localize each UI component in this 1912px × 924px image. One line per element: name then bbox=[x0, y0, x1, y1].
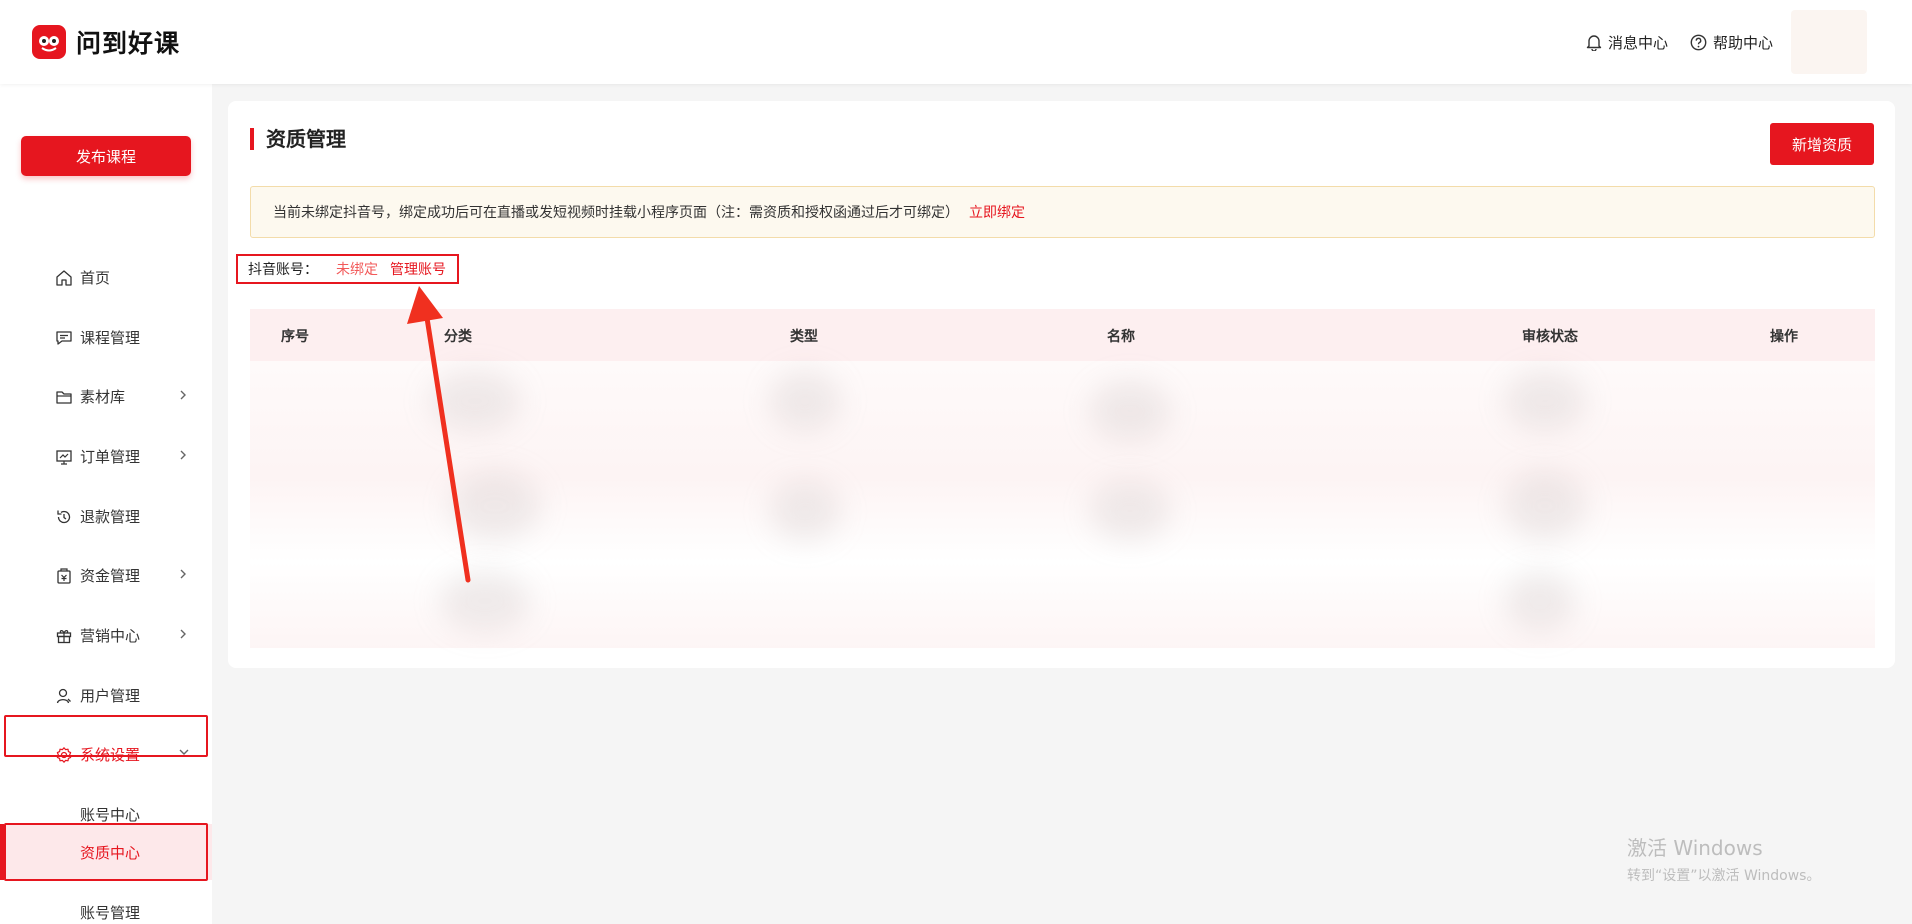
sidebar-item-orders[interactable]: 订单管理 bbox=[0, 434, 212, 478]
table-body-blurred bbox=[250, 361, 1875, 648]
sidebar-item-marketing[interactable]: 营销中心 bbox=[0, 613, 212, 657]
sidebar-item-home[interactable]: 首页 bbox=[0, 255, 212, 299]
bell-icon bbox=[1586, 34, 1602, 51]
column-header-review-status: 审核状态 bbox=[1522, 329, 1578, 345]
home-icon bbox=[56, 270, 72, 286]
publish-course-button[interactable]: 发布课程 bbox=[21, 136, 191, 176]
sidebar: 发布课程 首页 课程管理 素材库 订单管理 退款管理 资金管理 营销中心 用户管… bbox=[0, 84, 212, 924]
sidebar-item-users[interactable]: 用户管理 bbox=[0, 673, 212, 717]
chat-list-icon bbox=[56, 331, 72, 345]
monitor-icon bbox=[56, 450, 72, 465]
avatar[interactable] bbox=[1791, 10, 1867, 74]
sidebar-item-label: 课程管理 bbox=[80, 328, 141, 347]
wallet-icon bbox=[57, 568, 71, 584]
table-header: 序号 分类 类型 名称 审核状态 操作 bbox=[250, 309, 1875, 361]
column-header-type: 类型 bbox=[790, 329, 818, 345]
user-icon bbox=[56, 688, 71, 704]
logo[interactable]: 问到好课 bbox=[32, 24, 180, 60]
sidebar-item-system-settings[interactable]: 系统设置 bbox=[0, 732, 212, 776]
chevron-right-icon bbox=[180, 450, 186, 460]
message-center-link[interactable]: 消息中心 bbox=[1586, 32, 1668, 53]
sidebar-item-label: 系统设置 bbox=[80, 745, 141, 764]
sidebar-subitem-label: 账号管理 bbox=[80, 904, 141, 922]
chevron-right-icon bbox=[180, 569, 186, 579]
help-center-link[interactable]: 帮助中心 bbox=[1690, 32, 1773, 53]
sidebar-item-refunds[interactable]: 退款管理 bbox=[0, 494, 212, 538]
sidebar-item-label: 资金管理 bbox=[80, 566, 141, 585]
column-header-actions: 操作 bbox=[1770, 329, 1798, 345]
message-center-label: 消息中心 bbox=[1607, 33, 1668, 52]
app-name: 问到好课 bbox=[76, 29, 181, 58]
column-header-name: 名称 bbox=[1107, 329, 1135, 345]
top-bar: 问到好课 消息中心 帮助中心 bbox=[0, 0, 1912, 84]
sidebar-subitem-account-management[interactable]: 账号管理 bbox=[0, 890, 212, 924]
watermark-line1: 激活 Windows bbox=[1627, 836, 1763, 860]
chevron-right-icon bbox=[180, 390, 186, 400]
question-circle-icon bbox=[1690, 34, 1707, 50]
windows-activation-watermark: 激活 Windows 转到“设置”以激活 Windows。 bbox=[1627, 832, 1820, 885]
add-qualification-button[interactable]: 新增资质 bbox=[1770, 123, 1874, 165]
sidebar-item-label: 营销中心 bbox=[80, 626, 141, 645]
sidebar-item-label: 素材库 bbox=[80, 387, 126, 406]
sidebar-item-courses[interactable]: 课程管理 bbox=[0, 315, 212, 359]
watermark-line2: 转到“设置”以激活 Windows。 bbox=[1627, 868, 1821, 884]
logo-mark-icon bbox=[32, 25, 66, 59]
bind-now-link[interactable]: 立即绑定 bbox=[969, 202, 1025, 222]
refund-icon bbox=[57, 510, 71, 524]
notice-text: 当前未绑定抖音号，绑定成功后可在直播或发短视频时挂载小程序页面（注：需资质和授权… bbox=[273, 205, 959, 221]
main-card: 资质管理 新增资质 当前未绑定抖音号，绑定成功后可在直播或发短视频时挂载小程序页… bbox=[228, 101, 1895, 668]
column-header-index: 序号 bbox=[281, 329, 309, 345]
help-center-label: 帮助中心 bbox=[1712, 33, 1773, 52]
gear-icon bbox=[56, 747, 72, 763]
sidebar-item-label: 首页 bbox=[80, 268, 111, 287]
douyin-account-label: 抖音账号： bbox=[248, 262, 318, 278]
folder-icon bbox=[56, 391, 72, 404]
gift-icon bbox=[56, 630, 72, 644]
page-title: 资质管理 bbox=[250, 123, 346, 152]
manage-account-link[interactable]: 管理账号 bbox=[390, 259, 446, 279]
sidebar-item-label: 用户管理 bbox=[80, 686, 141, 705]
sidebar-subitem-qualification-center[interactable]: 资质中心 bbox=[0, 824, 212, 880]
column-header-category: 分类 bbox=[444, 329, 472, 345]
sidebar-subitem-label: 账号中心 bbox=[80, 806, 141, 824]
sidebar-subitem-label: 资质中心 bbox=[80, 844, 141, 862]
notice-banner: 当前未绑定抖音号，绑定成功后可在直播或发短视频时挂载小程序页面（注：需资质和授权… bbox=[250, 186, 1875, 238]
sidebar-item-label: 退款管理 bbox=[80, 507, 141, 526]
sidebar-item-label: 订单管理 bbox=[80, 447, 141, 466]
sidebar-item-funds[interactable]: 资金管理 bbox=[0, 553, 212, 597]
account-status: 未绑定 bbox=[336, 262, 378, 278]
douyin-account-row: 抖音账号： 未绑定 管理账号 bbox=[236, 254, 459, 284]
chevron-right-icon bbox=[180, 629, 186, 639]
chevron-down-icon bbox=[179, 749, 189, 755]
sidebar-item-materials[interactable]: 素材库 bbox=[0, 374, 212, 418]
